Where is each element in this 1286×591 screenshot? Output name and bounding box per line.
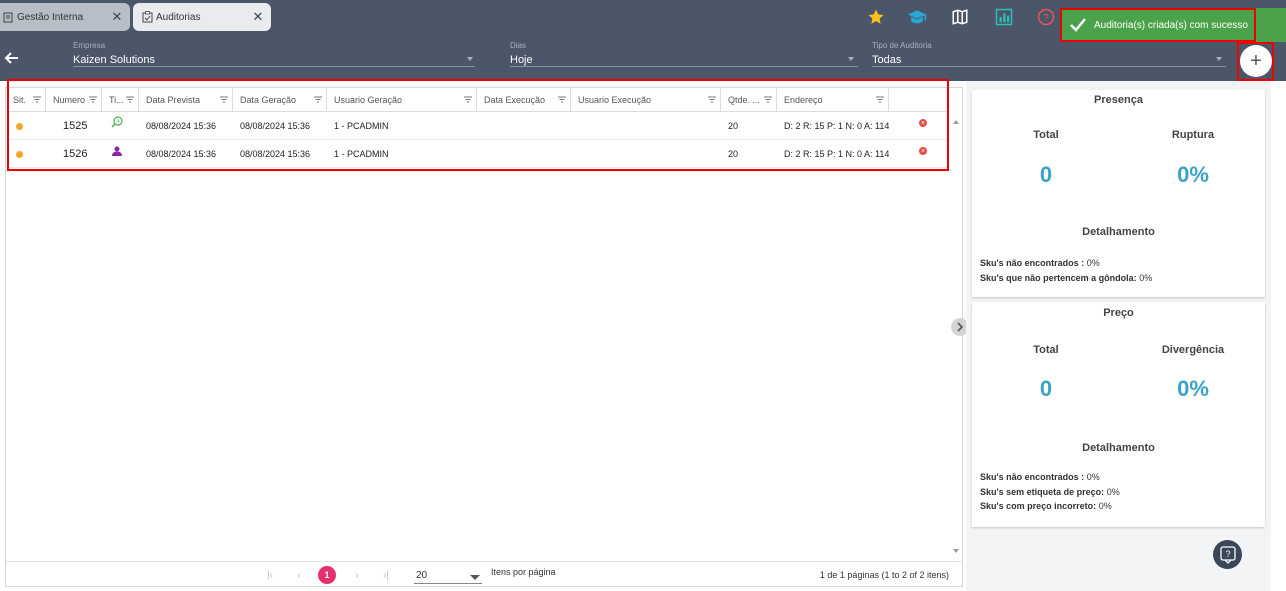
chevron-down-icon[interactable] [848,57,854,61]
star-icon[interactable] [865,6,887,28]
detail-label: Sku's não encontrados : [980,258,1085,268]
highlight-frame [7,79,949,171]
help-circle-icon[interactable]: ? [1035,6,1057,28]
detail-line: Sku's que não pertencem a gôndola: 0% [980,273,1152,283]
svg-text:?: ? [1043,13,1049,24]
graduation-cap-icon[interactable] [906,6,928,28]
dias-label: Dias [510,41,527,50]
detail-value: 0% [1098,501,1112,511]
divider [73,66,475,67]
ruptura-label: Ruptura [1171,129,1215,141]
divergencia-value: 0% [1177,376,1209,401]
total-value: 0 [1039,162,1053,187]
svg-text:?: ? [1225,549,1230,559]
total-label: Total [1033,344,1059,356]
detalhamento-title: Detalhamento [1082,442,1155,454]
detail-line: Sku's sem etiqueta de preço: 0% [980,487,1120,497]
first-page-icon[interactable]: |‹ [264,569,276,581]
clipboard-check-icon [141,11,153,23]
page-info: 1 de 1 páginas (1 to 2 of 2 itens) [819,570,949,580]
tab-label: Gestão Interna [17,11,84,23]
detalhamento-title: Detalhamento [1082,226,1155,238]
empresa-label: Empresa [73,41,106,50]
chevron-down-icon[interactable] [1216,57,1222,61]
detail-value: 0% [1086,472,1100,482]
close-icon[interactable]: ✕ [110,9,124,24]
detail-label: Sku's que não pertencem a gôndola: [980,273,1137,283]
detail-line: Sku's não encontrados : 0% [980,472,1100,482]
panel-scrollbar[interactable] [1271,81,1286,591]
card-title: Presença [1094,94,1143,106]
back-arrow-icon[interactable] [4,50,22,68]
pagination: |‹ ‹ 1 › ›| 20 Itens por página 1 de 1 p… [6,561,963,587]
total-label: Total [1033,129,1059,141]
detail-line: Sku's com preço incorreto: 0% [980,501,1112,511]
close-icon[interactable]: ✕ [251,9,265,24]
tab-label: Auditorias [156,11,201,23]
detail-value: 0% [1139,273,1153,283]
current-page-button[interactable]: 1 [318,566,336,584]
scroll-down-icon[interactable] [953,549,959,553]
help-chat-button[interactable]: ? [1213,540,1242,569]
empresa-select[interactable]: Empresa Kaizen Solutions [73,41,475,68]
tab-gestao-interna[interactable]: Gestão Interna ✕ [0,3,130,31]
detail-value: 0% [1106,487,1120,497]
page-size-value: 20 [416,570,428,581]
chevron-down-icon [470,575,480,580]
scroll-up-icon[interactable] [953,120,959,124]
summary-panel: Presença Total Ruptura 0 0% Detalhamento… [966,81,1286,591]
divider [510,66,858,67]
dias-select[interactable]: Dias Hoje [510,41,858,68]
highlight-frame [1060,8,1256,42]
page-size-select[interactable]: 20 [414,566,482,584]
detail-label: Sku's não encontrados : [980,472,1085,482]
tab-auditorias[interactable]: Auditorias ✕ [133,3,271,31]
detail-value: 0% [1086,258,1100,268]
tipo-auditoria-label: Tipo de Auditoria [872,41,932,50]
detail-label: Sku's sem etiqueta de preço: [980,487,1105,497]
question-bubble-icon: ? [1219,545,1236,564]
chart-icon[interactable] [993,6,1015,28]
ruptura-value: 0% [1177,162,1209,187]
total-value: 0 [1039,376,1053,401]
grid-scrollbar[interactable] [950,112,962,561]
presenca-card: Presença Total Ruptura 0 0% Detalhamento… [972,90,1265,297]
divergencia-label: Divergência [1161,344,1225,356]
detail-label: Sku's com preço incorreto: [980,501,1097,511]
document-scale-icon [2,11,14,23]
divider [872,66,1226,67]
next-page-icon[interactable]: › [351,569,363,581]
last-page-icon[interactable]: ›| [380,569,392,581]
tipo-auditoria-select[interactable]: Tipo de Auditoria Todas [872,41,1226,68]
highlight-frame [1237,42,1274,81]
map-icon[interactable] [949,6,971,28]
detail-line: Sku's não encontrados : 0% [980,258,1100,268]
prev-page-icon[interactable]: ‹ [293,569,305,581]
card-title: Preço [1103,307,1134,319]
preco-card: Preço Total Divergência 0 0% Detalhament… [972,302,1265,527]
chevron-down-icon[interactable] [467,57,473,61]
chevron-right-icon [957,322,964,332]
page-size-label: Itens por página [491,567,556,577]
